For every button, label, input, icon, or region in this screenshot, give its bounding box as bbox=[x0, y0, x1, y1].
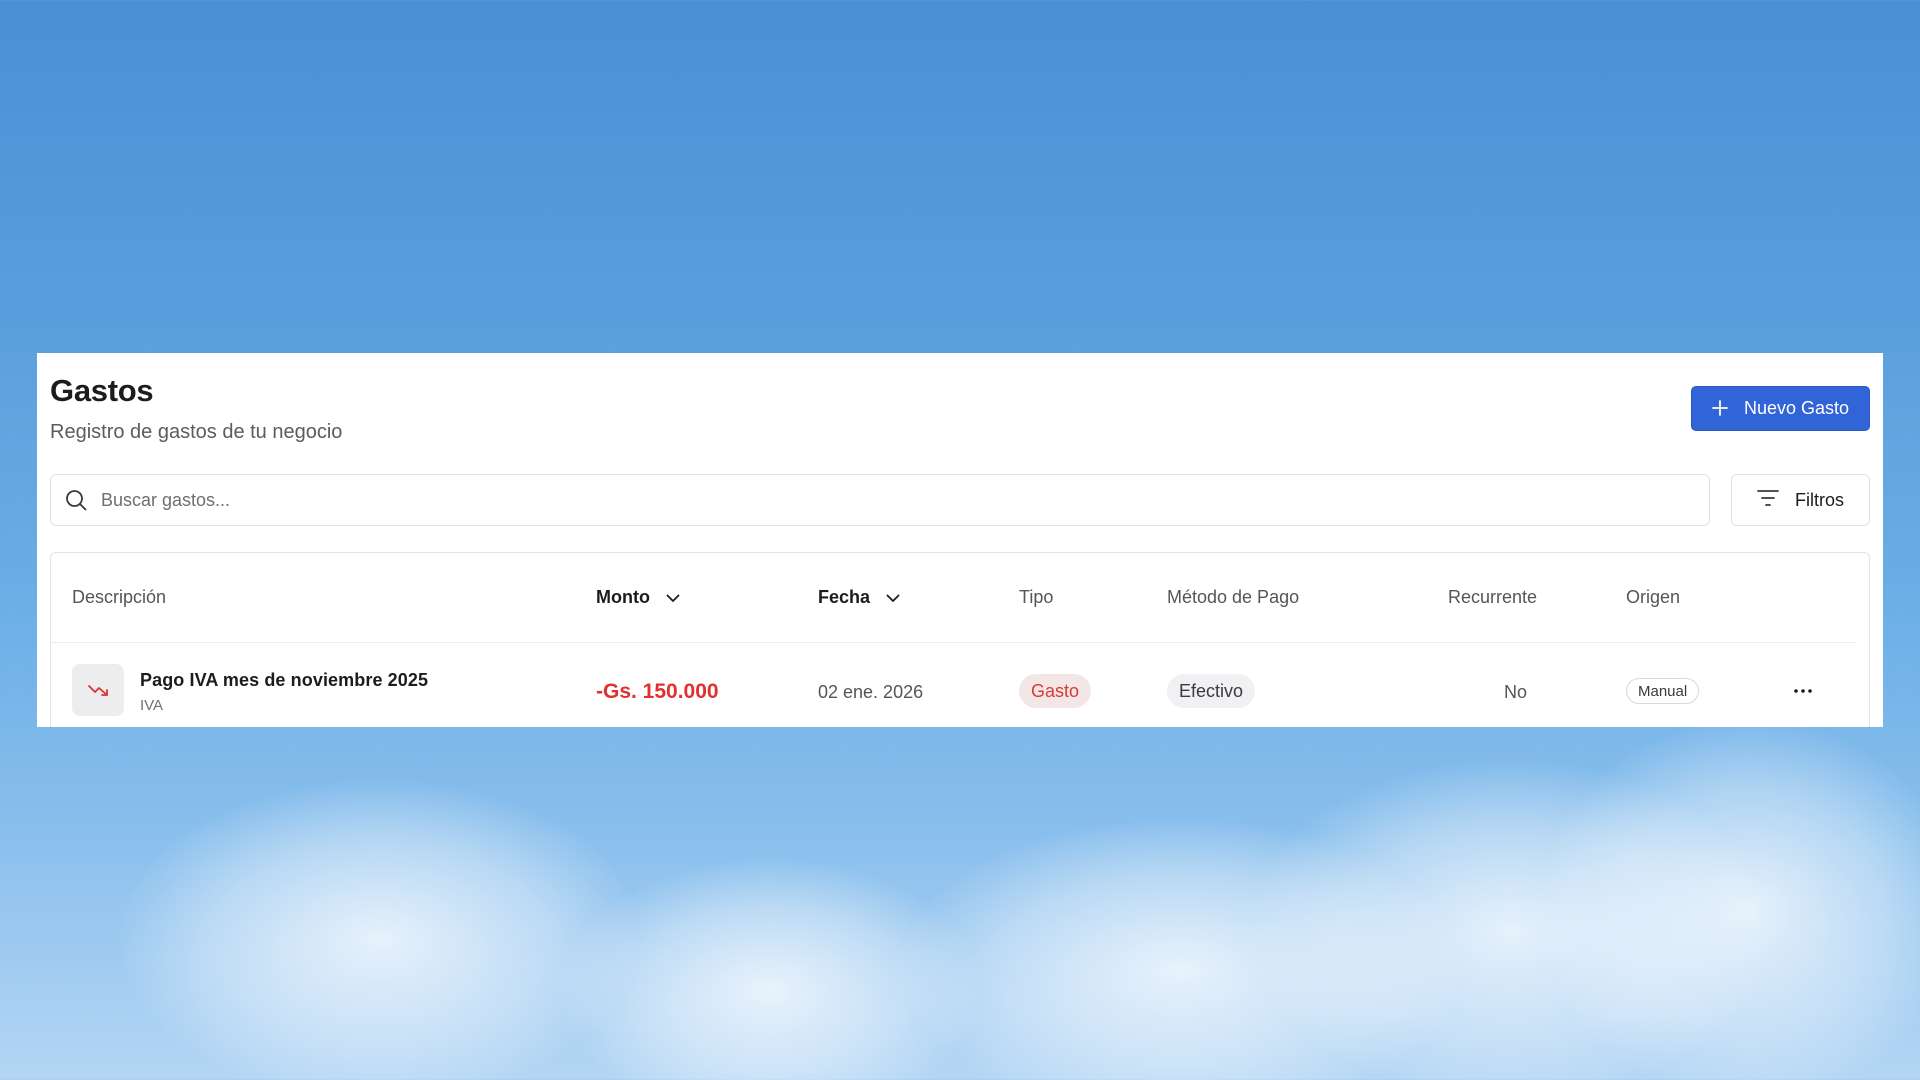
filter-icon bbox=[1757, 489, 1779, 512]
new-expense-button[interactable]: Nuevo Gasto bbox=[1691, 386, 1870, 431]
column-header-fecha[interactable]: Fecha bbox=[818, 587, 900, 608]
column-header-metodo-pago: Método de Pago bbox=[1167, 587, 1300, 607]
filters-label: Filtros bbox=[1795, 489, 1844, 510]
recurrent-value: No bbox=[1504, 682, 1528, 702]
expense-amount: -Gs. 150.000 bbox=[596, 680, 719, 703]
page-subtitle: Registro de gastos de tu negocio bbox=[50, 421, 343, 443]
column-header-descripcion: Descripción bbox=[72, 587, 167, 607]
table-row[interactable]: Pago IVA mes de noviembre 2025 IVA -Gs. … bbox=[51, 643, 1869, 727]
expense-category: IVA bbox=[140, 697, 164, 714]
chevron-down-icon bbox=[886, 587, 900, 608]
search-icon bbox=[63, 487, 89, 513]
new-expense-label: Nuevo Gasto bbox=[1743, 398, 1850, 418]
expense-title: Pago IVA mes de noviembre 2025 bbox=[140, 670, 429, 690]
column-header-recurrente: Recurrente bbox=[1448, 587, 1538, 607]
type-badge: Gasto bbox=[1019, 674, 1092, 708]
chevron-down-icon bbox=[666, 587, 680, 608]
search-box[interactable] bbox=[50, 474, 1710, 526]
column-header-tipo: Tipo bbox=[1019, 587, 1054, 607]
column-header-origen: Origen bbox=[1626, 587, 1681, 607]
filters-button[interactable]: Filtros bbox=[1731, 474, 1870, 526]
column-header-monto[interactable]: Monto bbox=[596, 587, 680, 608]
expenses-table: Descripción Monto Fecha Tipo Método de P… bbox=[50, 552, 1870, 727]
trending-down-icon bbox=[72, 664, 124, 716]
payment-method-badge: Efectivo bbox=[1167, 674, 1256, 708]
plus-icon bbox=[1712, 397, 1728, 421]
expenses-panel: Gastos Registro de gastos de tu negocio … bbox=[37, 353, 1883, 727]
page-title: Gastos bbox=[50, 373, 154, 408]
search-input[interactable] bbox=[99, 488, 1709, 512]
more-horizontal-icon[interactable] bbox=[1786, 677, 1820, 705]
expense-date: 02 ene. 2026 bbox=[818, 682, 924, 702]
origin-badge: Manual bbox=[1626, 678, 1700, 704]
